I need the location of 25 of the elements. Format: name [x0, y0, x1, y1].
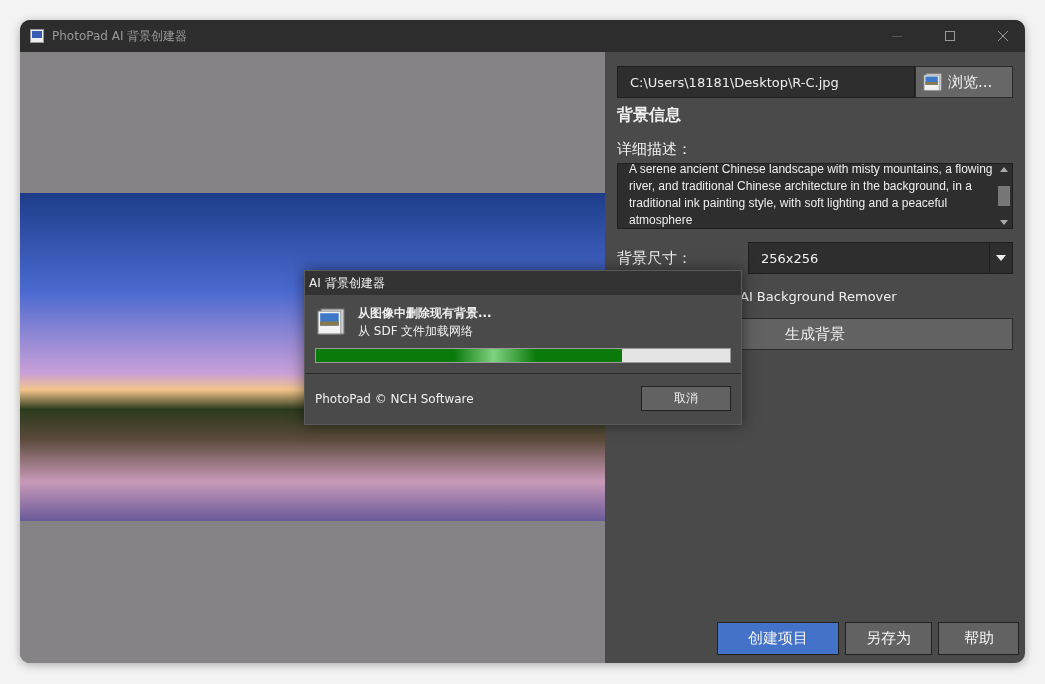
- dialog-title: AI 背景创建器: [305, 271, 741, 295]
- size-dropdown[interactable]: 256x256: [748, 242, 1013, 274]
- browse-button[interactable]: 浏览...: [915, 66, 1013, 98]
- app-icon: [30, 29, 44, 43]
- cancel-button[interactable]: 取消: [641, 386, 731, 411]
- photo-stack-icon: [315, 305, 348, 338]
- scroll-up-icon[interactable]: [1000, 167, 1008, 172]
- window-title: PhotoPad AI 背景创建器: [52, 27, 189, 45]
- maximize-icon: [944, 31, 955, 41]
- close-icon: [997, 31, 1008, 41]
- copyright-text: PhotoPad © NCH Software: [315, 391, 474, 406]
- description-label: 详细描述：: [617, 140, 693, 159]
- dialog-subtext: 从 SDF 文件加载网络: [358, 323, 475, 340]
- scroll-thumb[interactable]: [998, 186, 1010, 206]
- footer-button[interactable]: 帮助: [938, 622, 1019, 655]
- size-label: 背景尺寸：: [617, 248, 693, 268]
- section-heading: 背景信息: [617, 105, 682, 126]
- footer-button[interactable]: 创建项目: [717, 622, 839, 655]
- minimize-icon: [891, 35, 902, 37]
- caret-icon: [996, 255, 1006, 261]
- dialog-heading: 从图像中删除现有背景...: [358, 305, 492, 322]
- file-path-field[interactable]: C:\Users\18181\Desktop\R-C.jpg: [617, 66, 915, 98]
- description-field[interactable]: A serene ancient Chinese landscape with misty mountains, a flowing river, and traditional Chinese architecture in the background, in a traditional ink painting style, with soft lighting and a peaceful atmosphere: [617, 163, 1013, 229]
- footer-button[interactable]: 另存为: [845, 622, 932, 655]
- scroll-down-icon[interactable]: [1000, 220, 1008, 225]
